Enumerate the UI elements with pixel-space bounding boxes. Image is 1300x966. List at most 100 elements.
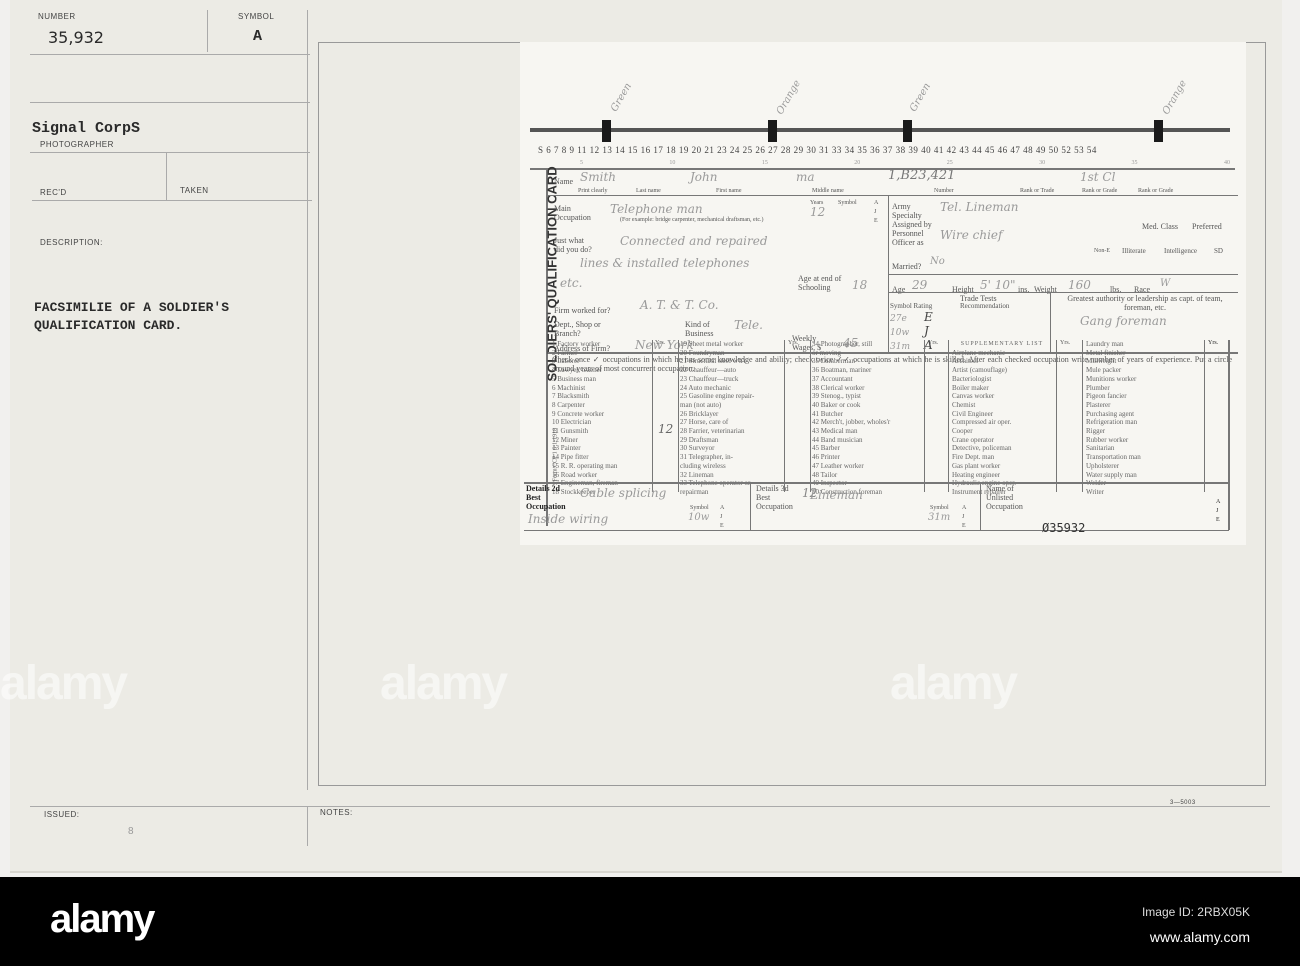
trade-test-symbol: 27e [890, 314, 907, 324]
handwritten-mark: Orange [1160, 78, 1190, 117]
age-schooling-label: Age at end of Schooling [798, 274, 842, 292]
occupation-item: Millwright [1086, 357, 1117, 366]
occupation-item: 12 Miner [552, 435, 578, 444]
occupation-item: 26 Bricklayer [680, 409, 719, 418]
issued-label: ISSUED: [44, 810, 80, 819]
scale-mark [768, 120, 777, 142]
occupation-item: Rubber worker [1086, 435, 1129, 444]
occupation-item: 27 Horse, care of [680, 418, 729, 427]
occupation-item: 34 Photographer, still [812, 340, 873, 348]
issued-mark: 8 [128, 826, 135, 837]
number-label: NUMBER [38, 12, 76, 21]
occupation-item: Architect [952, 357, 979, 366]
age-value: 29 [912, 278, 928, 292]
occupation-item: 31 Telegrapher, in- [680, 453, 733, 462]
occupation-item: 41 Butcher [812, 409, 843, 418]
scale-sub: 30 [1039, 160, 1046, 166]
height-value: 5' 10" [980, 278, 1016, 292]
handwritten-mark: Green [608, 81, 635, 114]
qualification-card-photo: Green Orange Green Orange S 6 7 8 9 11 1… [520, 42, 1246, 545]
married-label: Married? [892, 262, 922, 271]
just-what-line: etc. [560, 276, 583, 290]
occupation-item: 35 Lumberman [812, 357, 855, 366]
recd-label: REC'D [40, 188, 67, 197]
symbol-ajs: A J E [1216, 499, 1221, 523]
occupation-item: 22 Chauffeur—auto [680, 366, 737, 375]
yrs-label: Yrs. [1208, 340, 1219, 346]
weight-value: 160 [1068, 278, 1091, 292]
stock-footer: alamy Image ID: 2RBX05K www.alamy.com [0, 877, 1300, 966]
details-2d-value: Cable splicing [580, 486, 667, 500]
occupation-item: Gas plant worker [952, 461, 1001, 470]
photographer-label: PHOTOGRAPHER [40, 140, 114, 149]
occupation-item: 32 Lineman [680, 470, 714, 479]
occupation-column: SUPPLEMENTARY LIST Airplane mechanic Archi… [952, 340, 1052, 497]
occupation-column: Laundry man Metal finisher Millwright Mule … [1086, 340, 1186, 497]
occupation-item: 30 Surveyor [680, 444, 715, 453]
taken-label: TAKEN [180, 186, 209, 195]
occupation-item: Detective, policeman [952, 444, 1012, 453]
occupation-item: 47 Leather worker [812, 461, 864, 470]
handwritten-mark: Green [907, 81, 934, 114]
occupation-item: 5 Business man [552, 374, 596, 383]
occupation-item: 45 Barber [812, 444, 840, 453]
occupation-item: 3 Laborer [552, 357, 580, 366]
occupation-item: 16 Road worker [552, 470, 598, 479]
occupation-column: 1 Factory worker 2 Farmer 3 Laborer 4 Lawye… [552, 340, 652, 497]
name-label: Name [554, 177, 574, 186]
sd-label: SD [1214, 247, 1223, 255]
symbol-label: SYMBOL [238, 12, 275, 21]
number-value: 35,932 [48, 28, 104, 47]
occupation-item: Plasterer [1086, 400, 1111, 409]
just-what-line: lines & installed telephones [580, 256, 750, 270]
just-what-line: Connected and repaired [620, 234, 768, 248]
main-occupation-label: Main Occupation [554, 204, 591, 222]
rank-value: 1st Cl [1080, 170, 1116, 184]
description-line-1: FACSIMILIE OF A SOLDIER'S [34, 300, 230, 315]
intelligence-label: Intelligence [1164, 247, 1198, 255]
occupation-item: 43 Medical man [812, 427, 858, 436]
occupation-item: Upholsterer [1086, 461, 1120, 470]
name-first-value: John [690, 170, 718, 184]
symbol-ajs: A J E [720, 505, 725, 529]
details-3d-value: Lineman [810, 488, 863, 502]
scale-mark [602, 120, 611, 142]
image-id: Image ID: 2RBX05K [1141, 905, 1250, 919]
occupation-item: Fire Dept. man [952, 453, 995, 462]
non-e-label: Non-E [1094, 248, 1110, 254]
form-code: 3—5003 [1170, 800, 1196, 806]
occupation-item: 15 R. R. operating man [552, 461, 618, 470]
occupation-item: 20 Foundryman [680, 348, 725, 357]
occupation-item: 48 Tailor [812, 470, 838, 479]
married-value: No [930, 256, 945, 267]
occupation-item: Heating engineer [952, 470, 1001, 479]
name-middle-value: ma [796, 170, 815, 184]
leadership-value: Gang foreman [1080, 314, 1167, 328]
occupation-column: 19 Sheet metal worker 20 Foundryman 21 Str… [680, 340, 780, 497]
occupation-item: Water supply man [1086, 470, 1137, 479]
scale-sub: 25 [946, 160, 953, 166]
kind-value: Tele. [734, 318, 763, 332]
occupation-column: 34 Photographer, still or moving 35 Lumbe… [812, 340, 912, 497]
occupation-item: Munitions worker [1086, 374, 1137, 383]
description-line-2: QUALIFICATION CARD. [34, 318, 183, 333]
symbol-ajs: A J E [962, 505, 967, 529]
scale-sub: 5 [580, 160, 583, 166]
occupation-item: SUPPLEMENTARY LIST [960, 341, 1044, 347]
occupation-item: Chemist [952, 400, 976, 409]
occupation-item: Sanitarian [1086, 444, 1115, 453]
notes-label: NOTES: [320, 808, 353, 817]
occupation-item: Pigeon fancier [1086, 392, 1127, 401]
occupation-item: Refrigeration man [1086, 418, 1138, 427]
occupation-item: Compressed air oper. [952, 418, 1012, 427]
serial-number-value: 1,B23,421 [888, 168, 956, 183]
occupation-item: 7 Blacksmith [552, 392, 590, 401]
watermark: alamy [380, 657, 508, 710]
occupation-item: Canvas worker [952, 392, 995, 401]
scale-mark [903, 120, 912, 142]
army-specialty-value: Tel. Lineman [940, 200, 1019, 214]
trade-test-rating: E [924, 310, 933, 324]
symbol-ajs: A J E [874, 200, 879, 224]
trade-test-symbol: 10w [890, 328, 910, 338]
main-occupation-hint: (For example: bridge carpenter, mechanic… [620, 217, 764, 223]
